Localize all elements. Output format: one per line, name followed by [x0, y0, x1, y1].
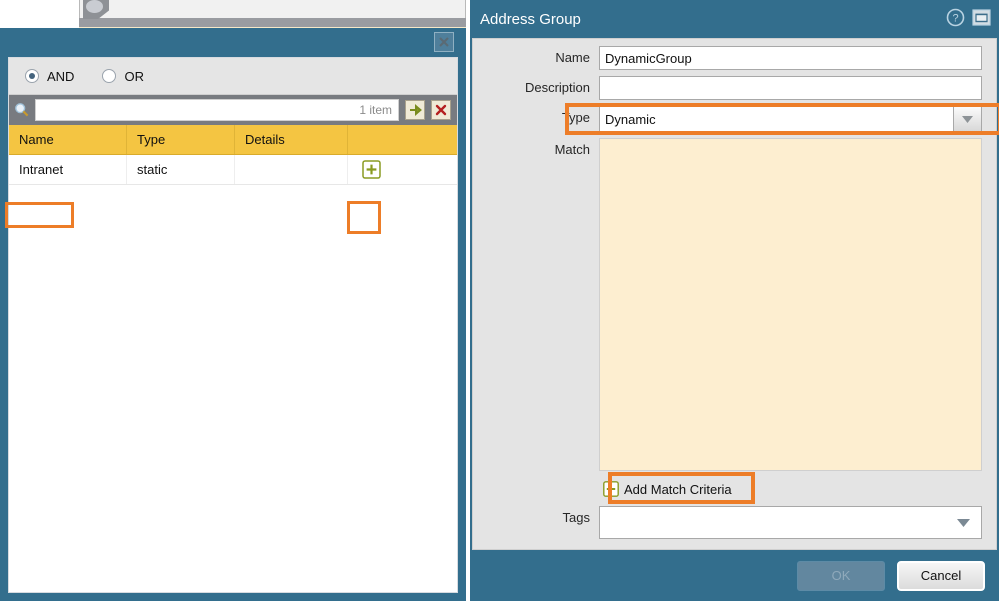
label-name: Name — [473, 46, 599, 70]
cell-name: Intranet — [9, 155, 127, 184]
radio-or[interactable]: OR — [102, 69, 144, 84]
search-bar: 1 item — [9, 95, 457, 125]
add-match-wrapper: Add Match Criteria — [599, 475, 982, 503]
search-input[interactable] — [40, 100, 374, 122]
cell-details — [235, 155, 348, 184]
search-apply-button[interactable] — [405, 100, 425, 120]
cell-type: static — [127, 155, 235, 184]
dialog-footer: OK Cancel — [470, 550, 999, 601]
radio-or-label: OR — [124, 69, 144, 84]
column-header-actions — [348, 125, 457, 154]
label-type: Type — [473, 106, 599, 130]
input-description[interactable] — [599, 76, 982, 100]
add-match-criteria-button[interactable]: Add Match Criteria — [599, 479, 738, 499]
chevron-down-icon — [961, 115, 974, 124]
search-field[interactable]: 1 item — [35, 99, 399, 121]
column-header-type[interactable]: Type — [127, 125, 235, 154]
column-header-details[interactable]: Details — [235, 125, 348, 154]
ok-button[interactable]: OK — [797, 561, 885, 591]
select-tags[interactable] — [599, 506, 982, 539]
column-header-name[interactable]: Name — [9, 125, 127, 154]
cancel-button[interactable]: Cancel — [897, 561, 985, 591]
results-table-body: Intranet static — [9, 155, 457, 592]
form-row-tags: Tags — [473, 506, 996, 539]
background-window-toolbar — [79, 18, 466, 27]
table-row[interactable]: Intranet static — [9, 155, 457, 185]
form-row-add-match: Add Match Criteria — [473, 475, 996, 503]
form-row-type: Type Dynamic — [473, 106, 996, 132]
label-tags: Tags — [473, 506, 599, 530]
label-description: Description — [473, 76, 599, 100]
search-clear-button[interactable] — [431, 100, 451, 120]
close-icon — [438, 36, 450, 48]
radio-and-dot — [25, 69, 39, 83]
chevron-down-icon[interactable] — [956, 518, 971, 528]
address-group-titlebar: Address Group ? — [470, 0, 999, 38]
address-group-form: Name DynamicGroup Description Type Dynam… — [472, 38, 997, 550]
titlebar-icons: ? — [946, 8, 991, 27]
restore-window-icon[interactable] — [972, 9, 991, 26]
form-row-match: Match — [473, 138, 996, 471]
select-type-value: Dynamic — [605, 112, 656, 127]
radio-or-dot — [102, 69, 116, 83]
radio-and[interactable]: AND — [25, 69, 74, 84]
add-match-spacer — [473, 475, 599, 503]
select-type[interactable]: Dynamic — [599, 106, 982, 132]
form-row-description: Description — [473, 76, 996, 100]
filter-dialog: AND OR 1 item — [0, 28, 466, 601]
cell-action[interactable] — [348, 155, 457, 184]
add-match-criteria-label: Add Match Criteria — [624, 482, 732, 497]
input-name[interactable]: DynamicGroup — [599, 46, 982, 70]
red-x-icon — [435, 104, 447, 116]
plus-icon[interactable] — [362, 160, 381, 179]
help-circle-icon[interactable]: ? — [946, 8, 965, 27]
results-table-header: Name Type Details — [9, 125, 457, 155]
plus-icon — [603, 481, 619, 497]
address-group-dialog: Address Group ? Name DynamicGroup Descri… — [470, 0, 999, 601]
label-match: Match — [473, 138, 599, 162]
search-icon — [9, 102, 35, 118]
form-row-name: Name DynamicGroup — [473, 46, 996, 70]
radio-and-label: AND — [47, 69, 74, 84]
filter-dialog-titlebar — [0, 28, 466, 56]
close-button[interactable] — [434, 32, 454, 52]
svg-text:?: ? — [952, 13, 958, 25]
filter-dialog-body: AND OR 1 item — [8, 57, 458, 593]
logic-operator-row: AND OR — [9, 58, 457, 95]
match-criteria-area[interactable] — [599, 138, 982, 471]
item-count-label: 1 item — [359, 103, 392, 117]
dialog-title: Address Group — [480, 11, 581, 28]
select-type-arrow-button[interactable] — [953, 107, 981, 131]
magnifier-glass-icon — [86, 0, 103, 13]
arrow-right-icon — [409, 104, 422, 116]
